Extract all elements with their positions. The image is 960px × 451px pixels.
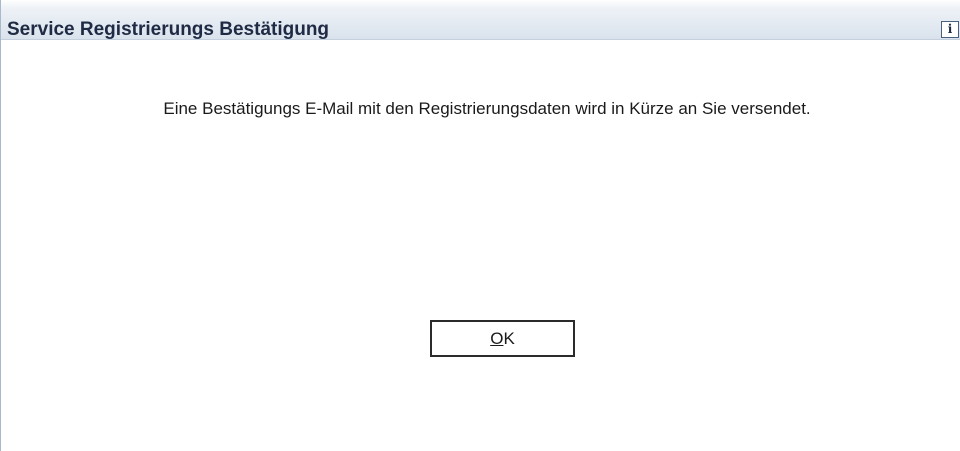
dialog-title: Service Registrierungs Bestätigung	[7, 19, 330, 40]
ok-button-mnemonic: O	[490, 329, 504, 348]
confirmation-message: Eine Bestätigungs E-Mail mit den Registr…	[163, 99, 811, 118]
confirmation-dialog: Service Registrierungs Bestätigung i Ein…	[0, 0, 960, 451]
ok-button-label-rest: K	[503, 329, 515, 348]
dialog-title-bar: Service Registrierungs Bestätigung i	[1, 0, 960, 40]
ok-button[interactable]: OK	[430, 320, 575, 357]
info-icon[interactable]: i	[941, 21, 959, 38]
